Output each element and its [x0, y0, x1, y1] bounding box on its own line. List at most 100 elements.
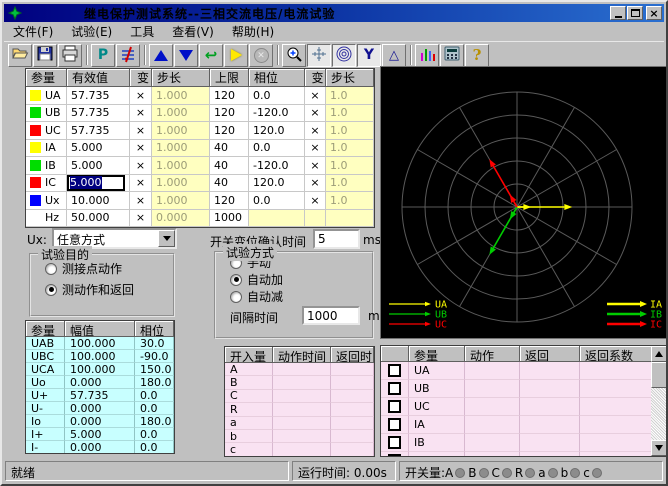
open-file-button[interactable]	[8, 44, 32, 67]
menu-item[interactable]: 帮助(H)	[223, 21, 283, 42]
switch-indicator-icon	[570, 468, 580, 478]
step-cell[interactable]: 1.000	[152, 87, 210, 105]
minimize-button[interactable]	[610, 6, 626, 20]
phase-cell[interactable]: 0.0	[249, 87, 305, 105]
step-cell[interactable]: 1.000	[152, 192, 210, 210]
select-checkbox[interactable]	[388, 418, 401, 431]
limit-cell[interactable]: 40	[210, 157, 249, 175]
vary-toggle-cell[interactable]: ×	[305, 175, 326, 193]
value-cell[interactable]: 5.0005.000	[67, 140, 130, 158]
step-cell[interactable]: 1.000	[152, 122, 210, 140]
input-row: c	[225, 443, 374, 456]
help-button[interactable]: ?	[465, 44, 489, 67]
value-cell[interactable]: 10.00010.000	[67, 192, 130, 210]
limit-cell[interactable]: 120	[210, 122, 249, 140]
step-cell[interactable]: 1.000	[152, 157, 210, 175]
value-cell[interactable]: 5.0005.000	[67, 157, 130, 175]
value-edit-box[interactable]: 5.000	[67, 175, 125, 192]
axes-view-button[interactable]	[307, 44, 331, 67]
vary-toggle-cell[interactable]: ×	[130, 175, 152, 193]
step-cell[interactable]: 1.000	[152, 140, 210, 158]
test-mode-option[interactable]: 自动加	[230, 272, 372, 287]
scroll-up-button[interactable]	[651, 346, 667, 362]
step-cell[interactable]: 1.0	[326, 87, 374, 105]
step-cell[interactable]: 1.000	[152, 175, 210, 193]
fault-set-button[interactable]	[116, 44, 140, 67]
phase-cell[interactable]: -120.0	[249, 105, 305, 123]
step-cell[interactable]: 1.0	[326, 140, 374, 158]
confirm-time-input[interactable]: 5	[313, 229, 360, 249]
vary-toggle-cell[interactable]: ×	[130, 192, 152, 210]
select-checkbox[interactable]	[388, 454, 401, 457]
vary-toggle-cell[interactable]: ×	[130, 87, 152, 105]
vary-toggle-cell[interactable]: ×	[305, 122, 326, 140]
zoom-button[interactable]	[282, 44, 306, 67]
polar-view-button[interactable]	[332, 44, 356, 67]
select-checkbox[interactable]	[388, 364, 401, 377]
vary-toggle-cell[interactable]: ×	[305, 157, 326, 175]
parameter-button[interactable]: P	[91, 44, 115, 67]
limit-cell[interactable]: 40	[210, 140, 249, 158]
phase-cell[interactable]: 0.0	[249, 192, 305, 210]
value-cell[interactable]: 57.73557.735	[67, 105, 130, 123]
vary-toggle-cell[interactable]: ×	[305, 192, 326, 210]
save-button[interactable]	[33, 44, 57, 67]
start-test-icon	[231, 49, 242, 61]
vary-toggle-cell[interactable]: ×	[130, 140, 152, 158]
interval-input[interactable]: 1000	[302, 306, 360, 325]
menu-item[interactable]: 文件(F)	[4, 21, 62, 42]
value-cell[interactable]: 57.73557.735	[67, 87, 130, 105]
bar-chart-button[interactable]	[415, 44, 439, 67]
vary-toggle-cell[interactable]: ×	[130, 157, 152, 175]
vary-toggle-cell[interactable]: ×	[130, 122, 152, 140]
step-cell[interactable]: 1.000	[152, 105, 210, 123]
value-cell[interactable]: 5.0005.000	[67, 175, 130, 193]
phase-cell[interactable]: -120.0	[249, 157, 305, 175]
calculator-button[interactable]	[440, 44, 464, 67]
select-checkbox[interactable]	[388, 400, 401, 413]
menu-item[interactable]: 工具	[121, 21, 163, 42]
limit-cell[interactable]: 120	[210, 105, 249, 123]
vertical-scrollbar[interactable]	[651, 346, 667, 456]
vary-toggle-cell[interactable]: ×	[130, 105, 152, 123]
select-checkbox[interactable]	[388, 436, 401, 449]
step-cell[interactable]: 1.0	[326, 175, 374, 193]
step-cell[interactable]: 0.000	[152, 210, 210, 228]
limit-cell[interactable]: 120	[210, 192, 249, 210]
vary-toggle-cell[interactable]: ×	[305, 87, 326, 105]
phase-cell[interactable]: 120.0	[249, 175, 305, 193]
vary-toggle-cell[interactable]: ×	[130, 210, 152, 228]
phase-cell[interactable]: 0.0	[249, 140, 305, 158]
print-button[interactable]	[58, 44, 82, 67]
vary-toggle-cell[interactable]: ×	[305, 140, 326, 158]
value-cell[interactable]: 57.73557.735	[67, 122, 130, 140]
test-purpose-option[interactable]: 测接点动作	[45, 261, 173, 276]
step-cell[interactable]: 1.0	[326, 192, 374, 210]
maximize-button[interactable]	[627, 6, 643, 20]
step-up-button[interactable]	[149, 44, 173, 67]
limit-cell[interactable]: 40	[210, 175, 249, 193]
phase-cell[interactable]: 120.0	[249, 122, 305, 140]
step-cell[interactable]: 1.0	[326, 105, 374, 123]
delta-connection-button[interactable]: △	[382, 44, 406, 67]
test-purpose-option[interactable]: 测动作和返回	[45, 282, 173, 297]
step-cell[interactable]: 1.0	[326, 122, 374, 140]
limit-cell[interactable]: 120	[210, 87, 249, 105]
close-button[interactable]: ×	[646, 6, 662, 20]
test-mode-option[interactable]: 自动减	[230, 289, 372, 304]
value-cell[interactable]: 50.000	[67, 210, 130, 228]
start-test-button[interactable]	[224, 44, 248, 67]
step-cell[interactable]: 1.0	[326, 157, 374, 175]
undo-button[interactable]: ↩	[199, 44, 223, 67]
limit-cell[interactable]: 1000	[210, 210, 249, 228]
step-down-button[interactable]	[174, 44, 198, 67]
wye-connection-button[interactable]: Y	[357, 44, 381, 67]
menu-item[interactable]: 查看(V)	[163, 21, 223, 42]
scrollbar-thumb[interactable]	[651, 362, 667, 388]
ux-dropdown-button[interactable]	[158, 230, 175, 247]
scroll-down-button[interactable]	[651, 440, 667, 456]
vary-toggle-cell[interactable]: ×	[305, 105, 326, 123]
stop-test-button[interactable]: ✕	[249, 44, 273, 67]
select-checkbox[interactable]	[388, 382, 401, 395]
menu-item[interactable]: 试验(E)	[62, 21, 121, 42]
